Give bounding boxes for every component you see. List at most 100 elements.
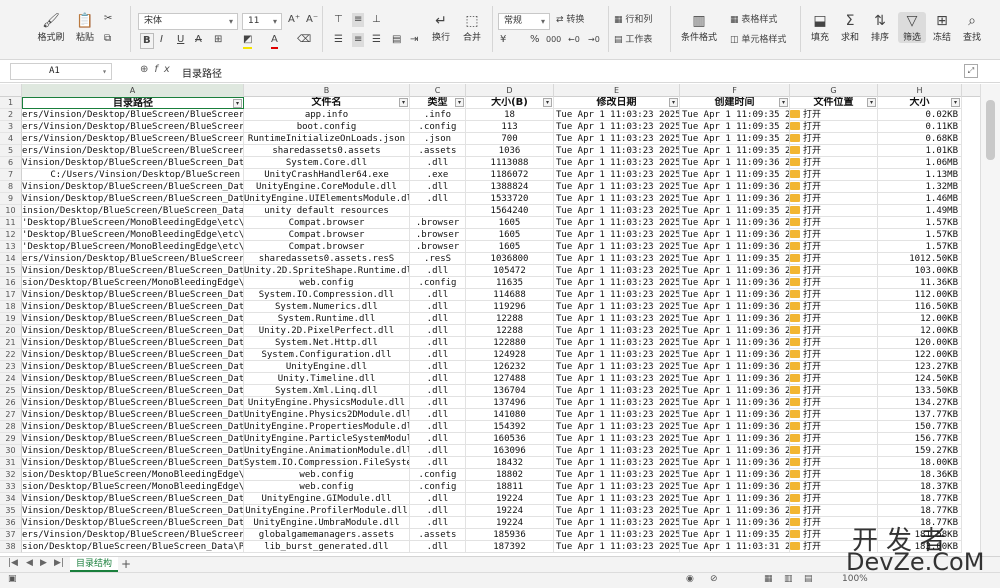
column-header[interactable]: F (680, 84, 790, 97)
copy-icon[interactable]: ⧉ (104, 32, 111, 46)
table-cell[interactable]: 122.00KB (878, 349, 962, 361)
row-header[interactable]: 22 (0, 349, 22, 361)
table-cell[interactable]: sion/Desktop/BlueScreen/MonoBleedingEdge… (22, 481, 244, 493)
table-cell[interactable]: Tue Apr 1 11:09:36 2025 (680, 445, 790, 457)
cond-format-button[interactable]: ▥ 条件格式 (676, 12, 722, 43)
page-layout-icon[interactable]: ▥ (784, 574, 793, 584)
table-cell[interactable]: Tue Apr 1 11:09:35 2025 (680, 145, 790, 157)
eraser-icon[interactable]: ⌫ (297, 33, 311, 47)
table-cell[interactable]: Tue Apr 1 11:03:23 2025 (554, 517, 680, 529)
select-all-corner[interactable] (0, 84, 22, 97)
table-cell[interactable]: lib_burst_generated.dll (244, 541, 410, 553)
header-cell[interactable]: 文件位置 ▾ (790, 97, 878, 109)
table-cell[interactable]: 156.77KB (878, 433, 962, 445)
table-cell[interactable]: Tue Apr 1 11:09:36 2025 (680, 409, 790, 421)
cut-icon[interactable]: ✂ (104, 12, 112, 26)
table-cell[interactable]: 11.36KB (878, 277, 962, 289)
filter-dropdown-icon[interactable]: ▾ (867, 98, 876, 107)
table-cell[interactable]: 打开 (790, 205, 878, 217)
table-cell[interactable]: Compat.browser (244, 229, 410, 241)
table-cell[interactable]: 127488 (466, 373, 554, 385)
spreadsheet-grid[interactable]: ABCDEFGH 1 目录路径 ▾ 文件名 ▾ 类型 ▾ 大小(B) ▾ 修改日期 ▾ 创建时间 ▾ 文件… (0, 84, 980, 556)
table-cell[interactable]: sharedassets0.assets (244, 145, 410, 157)
table-cell[interactable]: UnityEngine.UmbraModule.dll (244, 517, 410, 529)
open-link[interactable]: 打开 (803, 134, 821, 144)
table-cell[interactable]: .config (410, 121, 466, 133)
table-cell[interactable]: Tue Apr 1 11:03:23 2025 (554, 373, 680, 385)
table-cell[interactable]: Tue Apr 1 11:03:23 2025 (554, 217, 680, 229)
table-cell[interactable]: .dll (410, 265, 466, 277)
table-cell[interactable]: Tue Apr 1 11:09:36 2025 (680, 493, 790, 505)
row-header[interactable]: 14 (0, 253, 22, 265)
table-cell[interactable]: 137496 (466, 397, 554, 409)
table-cell[interactable]: .config (410, 481, 466, 493)
table-cell[interactable]: .dll (410, 385, 466, 397)
filter-button[interactable]: ▽ 筛选 (898, 12, 926, 43)
decrease-font-icon[interactable]: A⁻ (306, 13, 318, 27)
row-header[interactable]: 25 (0, 385, 22, 397)
open-link[interactable]: 打开 (803, 506, 821, 516)
open-link[interactable]: 打开 (803, 398, 821, 408)
table-cell[interactable]: 1113088 (466, 157, 554, 169)
table-cell[interactable]: 1.32MB (878, 181, 962, 193)
table-cell[interactable]: 1036 (466, 145, 554, 157)
table-cell[interactable]: .dll (410, 373, 466, 385)
table-cell[interactable]: Tue Apr 1 11:09:35 2025 (680, 121, 790, 133)
table-cell[interactable]: Tue Apr 1 11:03:23 2025 (554, 349, 680, 361)
row-header[interactable]: 17 (0, 289, 22, 301)
table-cell[interactable]: .dll (410, 445, 466, 457)
table-cell[interactable]: Tue Apr 1 11:03:23 2025 (554, 193, 680, 205)
header-cell[interactable]: 文件名 ▾ (244, 97, 410, 109)
filter-dropdown-icon[interactable]: ▾ (669, 98, 678, 107)
row-header[interactable]: 29 (0, 433, 22, 445)
thousands-button[interactable]: 000 (546, 33, 561, 47)
table-cell[interactable]: 120.00KB (878, 337, 962, 349)
table-cell[interactable]: .dll (410, 361, 466, 373)
italic-icon[interactable]: I (160, 33, 163, 47)
table-cell[interactable]: 打开 (790, 385, 878, 397)
table-cell[interactable]: 18432 (466, 457, 554, 469)
table-cell[interactable]: System.Runtime.dll (244, 313, 410, 325)
table-cell[interactable]: 124.50KB (878, 373, 962, 385)
row-header[interactable]: 12 (0, 229, 22, 241)
table-cell[interactable]: Vinsion/Desktop/BlueScreen/BlueScreen_Da… (22, 313, 244, 325)
row-header[interactable]: 4 (0, 133, 22, 145)
font-name-select[interactable]: 宋体 ▾ (138, 13, 238, 30)
table-cell[interactable]: Tue Apr 1 11:09:36 2025 (680, 505, 790, 517)
table-cell[interactable]: Tue Apr 1 11:03:23 2025 (554, 241, 680, 253)
row-header[interactable]: 24 (0, 373, 22, 385)
find-button[interactable]: ⌕ 查找 (958, 12, 986, 43)
table-cell[interactable]: Tue Apr 1 11:03:23 2025 (554, 469, 680, 481)
open-link[interactable]: 打开 (803, 374, 821, 384)
table-cell[interactable]: .info (410, 109, 466, 121)
table-cell[interactable]: Tue Apr 1 11:09:35 2025 (680, 109, 790, 121)
table-cell[interactable]: 打开 (790, 409, 878, 421)
column-header[interactable]: E (554, 84, 680, 97)
table-cell[interactable]: 19224 (466, 505, 554, 517)
table-cell[interactable]: 打开 (790, 373, 878, 385)
table-cell[interactable]: Tue Apr 1 11:09:36 2025 (680, 181, 790, 193)
open-link[interactable]: 打开 (803, 254, 821, 264)
table-cell[interactable]: boot.config (244, 121, 410, 133)
table-cell[interactable]: Tue Apr 1 11:09:36 2025 (680, 385, 790, 397)
table-cell[interactable]: Vinsion/Desktop/BlueScreen/BlueScreen_Da… (22, 505, 244, 517)
table-cell[interactable]: 打开 (790, 289, 878, 301)
row-header[interactable]: 26 (0, 397, 22, 409)
table-cell[interactable]: 打开 (790, 229, 878, 241)
table-cell[interactable]: 141080 (466, 409, 554, 421)
format-painter-button[interactable]: 🖌 格式刷 (36, 12, 66, 43)
paste-button[interactable]: 📋 粘贴 (70, 12, 100, 43)
table-cell[interactable]: Tue Apr 1 11:09:36 2025 (680, 433, 790, 445)
fill-color-icon[interactable]: ◩ (243, 33, 253, 49)
table-cell[interactable]: sion/Desktop/BlueScreen/BlueScreen_Data\… (22, 541, 244, 553)
font-color-icon[interactable]: A (271, 33, 278, 49)
font-size-select[interactable]: 11 ▾ (242, 13, 282, 30)
row-header[interactable]: 19 (0, 313, 22, 325)
table-cell[interactable]: Unity.2D.PixelPerfect.dll (244, 325, 410, 337)
table-cell[interactable]: Tue Apr 1 11:09:36 2025 (680, 337, 790, 349)
table-cell[interactable]: 133.50KB (878, 385, 962, 397)
table-cell[interactable]: .config (410, 277, 466, 289)
table-cell[interactable]: 打开 (790, 433, 878, 445)
header-cell[interactable]: 修改日期 ▾ (554, 97, 680, 109)
open-link[interactable]: 打开 (803, 326, 821, 336)
